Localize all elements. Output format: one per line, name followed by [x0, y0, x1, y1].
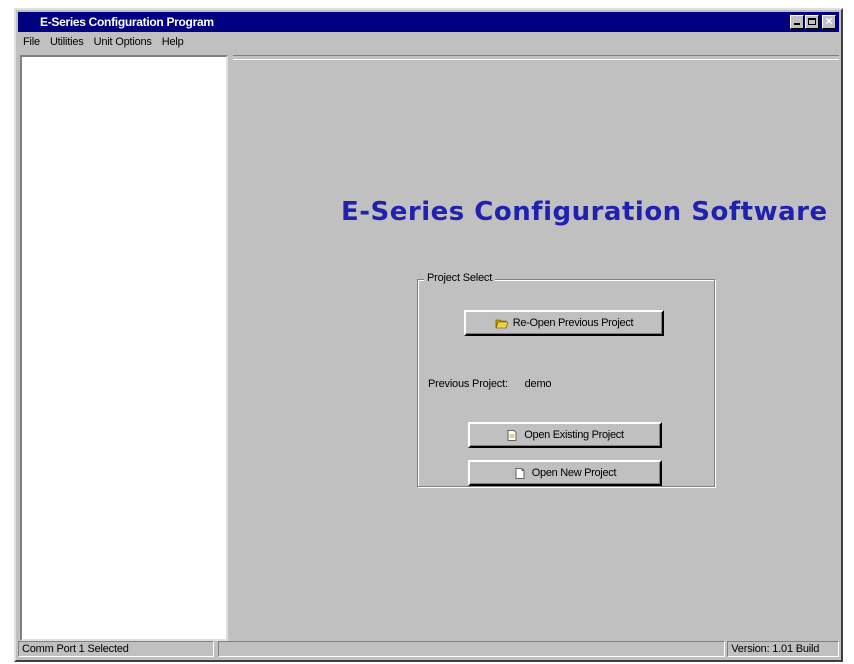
- document-open-icon: [507, 429, 517, 441]
- close-icon: ×: [825, 14, 833, 28]
- main-pane: E-Series Configuration Software Project …: [233, 55, 839, 641]
- menu-bar: File Utilities Unit Options Help: [18, 33, 839, 51]
- close-button[interactable]: ×: [822, 14, 836, 29]
- project-select-group: Project Select Re-Open Previous Project …: [417, 272, 715, 487]
- previous-project-label: Previous Project:: [428, 378, 508, 390]
- previous-project-row: Previous Project: demo: [428, 378, 552, 390]
- pane-divider: [233, 55, 839, 60]
- menu-help[interactable]: Help: [157, 36, 189, 48]
- open-new-project-button[interactable]: Open New Project: [468, 460, 662, 486]
- open-existing-project-button[interactable]: Open Existing Project: [468, 422, 662, 448]
- status-comm-port: Comm Port 1 Selected: [18, 641, 214, 657]
- window-title: E-Series Configuration Program: [40, 15, 214, 29]
- minimize-icon: [794, 23, 800, 25]
- window-controls: ×: [789, 14, 836, 29]
- folder-open-icon: [495, 319, 508, 328]
- menu-file[interactable]: File: [18, 36, 45, 48]
- page-title: E-Series Configuration Software: [341, 197, 828, 227]
- menu-utilities[interactable]: Utilities: [45, 36, 89, 48]
- maximize-button[interactable]: [805, 15, 819, 29]
- project-tree-panel[interactable]: [20, 55, 228, 641]
- project-select-legend: Project Select: [424, 272, 496, 284]
- menu-unit-options[interactable]: Unit Options: [89, 36, 157, 48]
- maximize-icon: [808, 18, 816, 25]
- open-new-project-label: Open New Project: [531, 467, 617, 479]
- status-version: Version: 1.01 Build: [727, 641, 840, 657]
- status-middle: [217, 641, 726, 657]
- open-existing-project-label: Open Existing Project: [524, 429, 624, 441]
- title-bar[interactable]: E-Series Configuration Program ×: [18, 12, 839, 32]
- previous-project-value: demo: [524, 378, 552, 390]
- app-window: E-Series Configuration Program × File Ut…: [14, 8, 843, 662]
- minimize-button[interactable]: [790, 15, 804, 29]
- status-bar: Comm Port 1 Selected Version: 1.01 Build: [18, 640, 840, 658]
- new-document-icon: [515, 467, 525, 479]
- reopen-previous-project-button[interactable]: Re-Open Previous Project: [464, 310, 664, 336]
- reopen-previous-project-label: Re-Open Previous Project: [512, 317, 634, 329]
